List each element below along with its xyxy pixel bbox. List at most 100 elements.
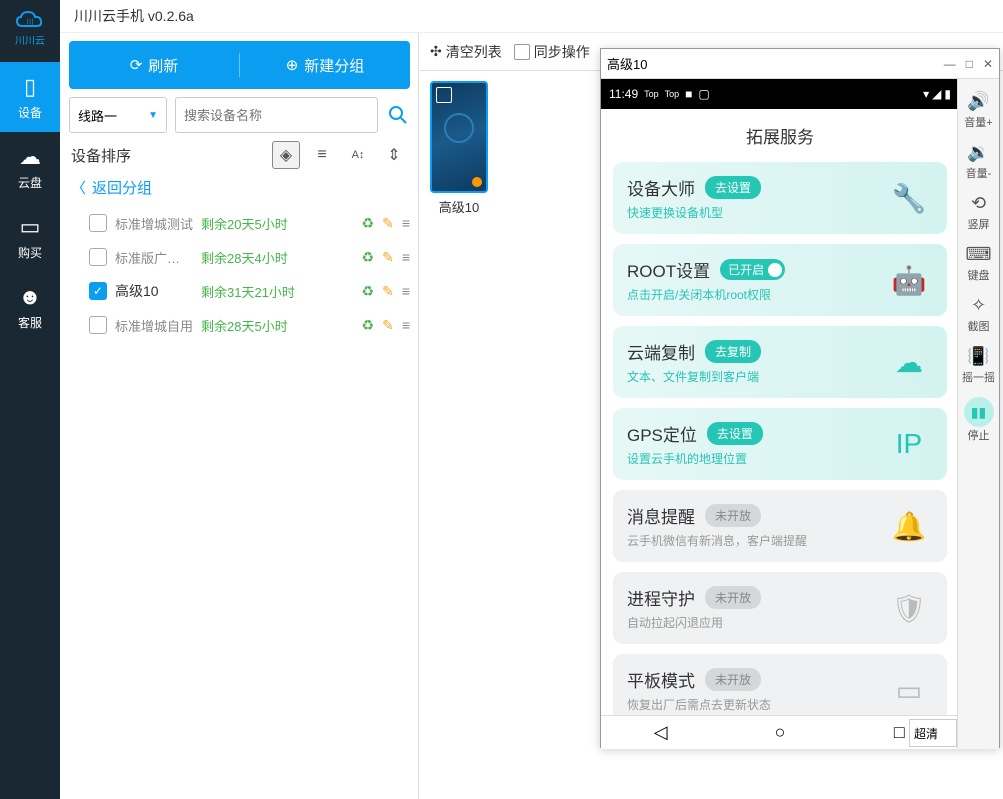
nav-device[interactable]: ▯ 设备 [0,62,60,132]
plus-icon: ⊕ [286,56,299,74]
nav-cloud[interactable]: ☁ 云盘 [0,132,60,202]
broom-icon: ✣ [430,43,442,60]
recycle-icon[interactable]: ♻ [362,283,375,300]
shake-label: 摇一摇 [962,369,995,385]
nav-buy[interactable]: ▭ 购买 [0,202,60,272]
service-toggle[interactable]: 已开启 [720,259,785,280]
search-input[interactable] [175,97,378,133]
edit-icon[interactable]: ✎ [382,283,394,300]
stop-button[interactable]: ▮▮停止 [958,391,1000,449]
service-card-bell[interactable]: 消息提醒 未开放 云手机微信有新消息，客户端提醒 🔔 [613,490,947,562]
volume-up-button[interactable]: 🔊音量+ [958,85,1000,136]
sort-layers[interactable]: ◈ [272,141,300,169]
menu-icon[interactable]: ≡ [402,249,408,265]
service-title: 云端复制 [627,339,695,364]
phone-titlebar[interactable]: 高级10 — □ ✕ [601,49,999,79]
rotate-label: 竖屏 [968,216,990,232]
service-text: ROOT设置 已开启 点击开启/关闭本机root权限 [627,257,885,303]
service-title: 平板模式 [627,667,695,692]
sidebar-panel: ⟳ 刷新 ⊕ 新建分组 线路一 ▼ 设备排序 ◈ ≡ A↕ ⇕ 〈 返回分组 [61,33,419,799]
thumb-checkbox[interactable] [436,87,452,103]
nav-support[interactable]: ☻ 客服 [0,272,60,342]
back-group-button[interactable]: 〈 返回分组 [71,177,408,198]
clear-list-button[interactable]: ✣ 清空列表 [430,42,502,62]
nav-buy-label: 购买 [18,244,42,261]
menu-icon[interactable]: ≡ [402,283,408,299]
device-master-icon: 🔧 [885,174,933,222]
quality-value: 超清 [914,725,938,742]
sort-icons: ◈ ≡ A↕ ⇕ [272,141,408,169]
service-card-cloud-copy[interactable]: 云端复制 去复制 文本、文件复制到客户端 ☁ [613,326,947,398]
service-desc: 点击开启/关闭本机root权限 [627,286,885,303]
device-row[interactable]: 标准增城测试 剩余20天5小时 ♻ ✎ ≡ [61,206,418,240]
edit-icon[interactable]: ✎ [382,317,394,334]
service-badge[interactable]: 去设置 [705,176,761,199]
volume-down-icon: 🔉 [967,142,989,163]
device-name: 高级10 [115,281,193,301]
root-icon: 🤖 [885,256,933,304]
keyboard-button[interactable]: ⌨键盘 [958,238,1000,289]
rotate-button[interactable]: ⟲竖屏 [958,187,1000,238]
service-card-device-master[interactable]: 设备大师 去设置 快速更换设备机型 🔧 [613,162,947,234]
thumb-preview [430,81,488,193]
service-text: 云端复制 去复制 文本、文件复制到客户端 [627,339,885,385]
quality-select[interactable]: 超清 [909,719,957,747]
service-badge[interactable]: 未开放 [705,586,761,609]
device-row[interactable]: 标准增城自用 剩余28天5小时 ♻ ✎ ≡ [61,308,418,342]
chevron-down-icon: ▼ [148,110,158,121]
sync-ops-button[interactable]: 同步操作 [514,42,590,62]
phone-thumb[interactable]: 高级10 [430,81,488,216]
sort-height[interactable]: ⇕ [380,141,408,169]
android-home-button[interactable]: ○ [720,716,839,749]
service-badge[interactable]: 未开放 [705,504,761,527]
device-name: 标准增城自用 [115,316,193,335]
service-card-root[interactable]: ROOT设置 已开启 点击开启/关闭本机root权限 🤖 [613,244,947,316]
refresh-label: 刷新 [148,55,178,76]
service-card-process[interactable]: 进程守护 未开放 自动拉起闪退应用 🛡 [613,572,947,644]
screenshot-button[interactable]: ✧截图 [958,289,1000,340]
recycle-icon[interactable]: ♻ [362,249,375,266]
recycle-icon[interactable]: ♻ [362,317,375,334]
battery-icon: ▮ [944,87,951,101]
device-row[interactable]: ✓ 高级10 剩余31天21小时 ♻ ✎ ≡ [61,274,418,308]
process-icon: 🛡 [885,584,933,632]
wifi-icon: ▾ [923,87,929,101]
new-group-button[interactable]: ⊕ 新建分组 [240,41,410,89]
screenshot-label: 截图 [968,318,990,334]
menu-icon[interactable]: ≡ [402,215,408,231]
search-button[interactable] [386,103,410,127]
cloud-copy-icon: ☁ [885,338,933,386]
sort-list[interactable]: ≡ [308,141,336,169]
android-back-button[interactable]: ◁ [601,716,720,749]
device-checkbox[interactable] [89,214,107,232]
volume-down-button[interactable]: 🔉音量- [958,136,1000,187]
shake-button[interactable]: 📳摇一摇 [958,340,1000,391]
edit-icon[interactable]: ✎ [382,249,394,266]
thumb-ring-icon [444,113,474,143]
device-row[interactable]: 标准版广… 剩余28天4小时 ♻ ✎ ≡ [61,240,418,274]
stop-icon: ▮▮ [964,397,994,427]
service-card-gps[interactable]: GPS定位 去设置 设置云手机的地理位置 IP [613,408,947,480]
refresh-button[interactable]: ⟳ 刷新 [69,41,239,89]
edit-icon[interactable]: ✎ [382,215,394,232]
line-select[interactable]: 线路一 ▼ [69,97,167,133]
height-icon: ⇕ [387,145,400,165]
service-badge[interactable]: 去设置 [707,422,763,445]
service-text: 设备大师 去设置 快速更换设备机型 [627,175,885,221]
menu-icon[interactable]: ≡ [402,317,408,333]
close-button[interactable]: ✕ [983,57,993,71]
service-title: 设备大师 [627,175,695,200]
device-checkbox[interactable] [89,248,107,266]
service-badge[interactable]: 去复制 [705,340,761,363]
sort-az[interactable]: A↕ [344,141,372,169]
service-badge[interactable]: 未开放 [705,668,761,691]
maximize-button[interactable]: □ [966,57,973,71]
device-name: 标准版广… [115,248,193,267]
device-checkbox[interactable] [89,316,107,334]
status-time: 11:49 [609,87,638,101]
recycle-icon[interactable]: ♻ [362,215,375,232]
phone-navbar: ◁ ○ □ 超清 [601,715,959,749]
device-checkbox[interactable]: ✓ [89,282,107,300]
phone-body: 11:49 Top Top ■ ▢ ▾ ◢ ▮ 拓展服务 设备大师 去设置 快速… [601,79,959,749]
minimize-button[interactable]: — [944,57,956,71]
